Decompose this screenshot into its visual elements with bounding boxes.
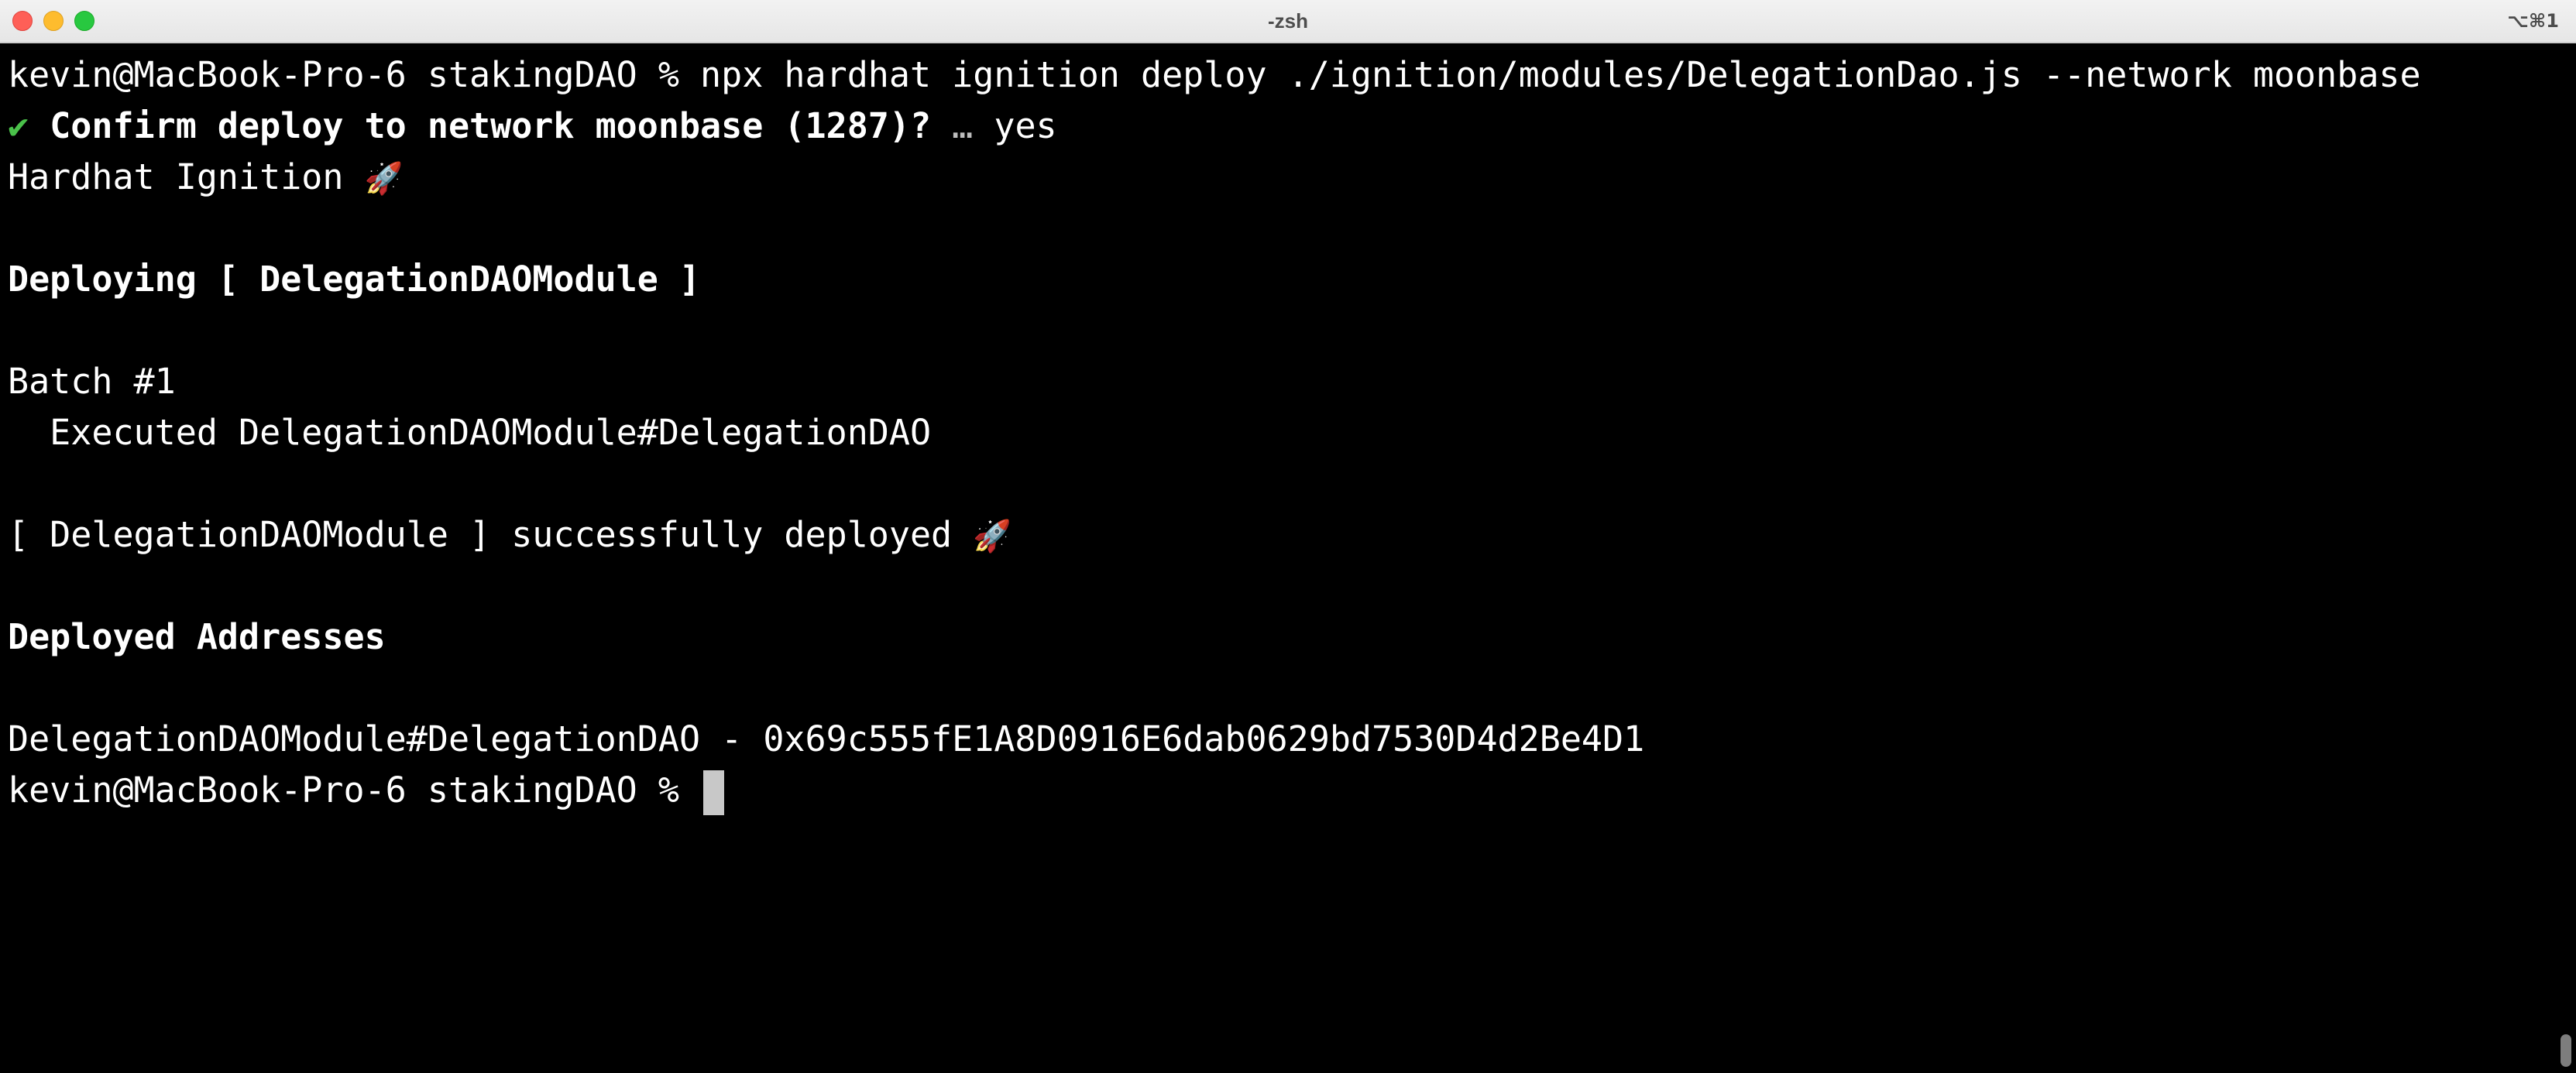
address-line: DelegationDAOModule#DelegationDAO - 0x69… — [8, 718, 1645, 759]
success-text: [ DelegationDAOModule ] successfully dep… — [8, 514, 953, 555]
scrollbar[interactable] — [2561, 1034, 2571, 1067]
ignition-header: Hardhat Ignition — [8, 156, 344, 197]
shell-prompt: kevin@MacBook-Pro-6 stakingDAO % — [8, 770, 679, 811]
command-line: kevin@MacBook-Pro-6 stakingDAO % npx har… — [8, 54, 2421, 95]
success-line: [ DelegationDAOModule ] successfully dep… — [8, 509, 2548, 560]
terminal-window: -zsh ⌥⌘1 kevin@MacBook-Pro-6 stakingDAO … — [0, 0, 2576, 1073]
confirm-question: Confirm deploy to network moonbase (1287… — [50, 105, 932, 146]
executed-line: Executed DelegationDAOModule#DelegationD… — [8, 412, 932, 453]
rocket-icon: 🚀 — [973, 519, 1012, 554]
text-cursor — [703, 770, 725, 815]
batch-line: Batch #1 — [8, 361, 176, 402]
rocket-icon: 🚀 — [364, 161, 404, 197]
terminal-output[interactable]: kevin@MacBook-Pro-6 stakingDAO % npx har… — [8, 50, 2548, 816]
confirm-answer: yes — [994, 105, 1057, 146]
checkmark-icon: ✔ — [8, 105, 29, 146]
window-title: -zsh — [1268, 9, 1308, 33]
confirm-line: ✔ Confirm deploy to network moonbase (12… — [8, 101, 2548, 152]
deploying-line: Deploying [ DelegationDAOModule ] — [8, 259, 701, 300]
title-bar: -zsh ⌥⌘1 — [0, 0, 2576, 43]
prompt-line[interactable]: kevin@MacBook-Pro-6 stakingDAO % — [8, 765, 2548, 816]
ignition-header-line: Hardhat Ignition 🚀 — [8, 152, 2548, 203]
window-shortcut: ⌥⌘1 — [2507, 10, 2559, 32]
deployed-addresses-heading: Deployed Addresses — [8, 616, 386, 657]
confirm-ellipsis: … — [952, 105, 974, 146]
